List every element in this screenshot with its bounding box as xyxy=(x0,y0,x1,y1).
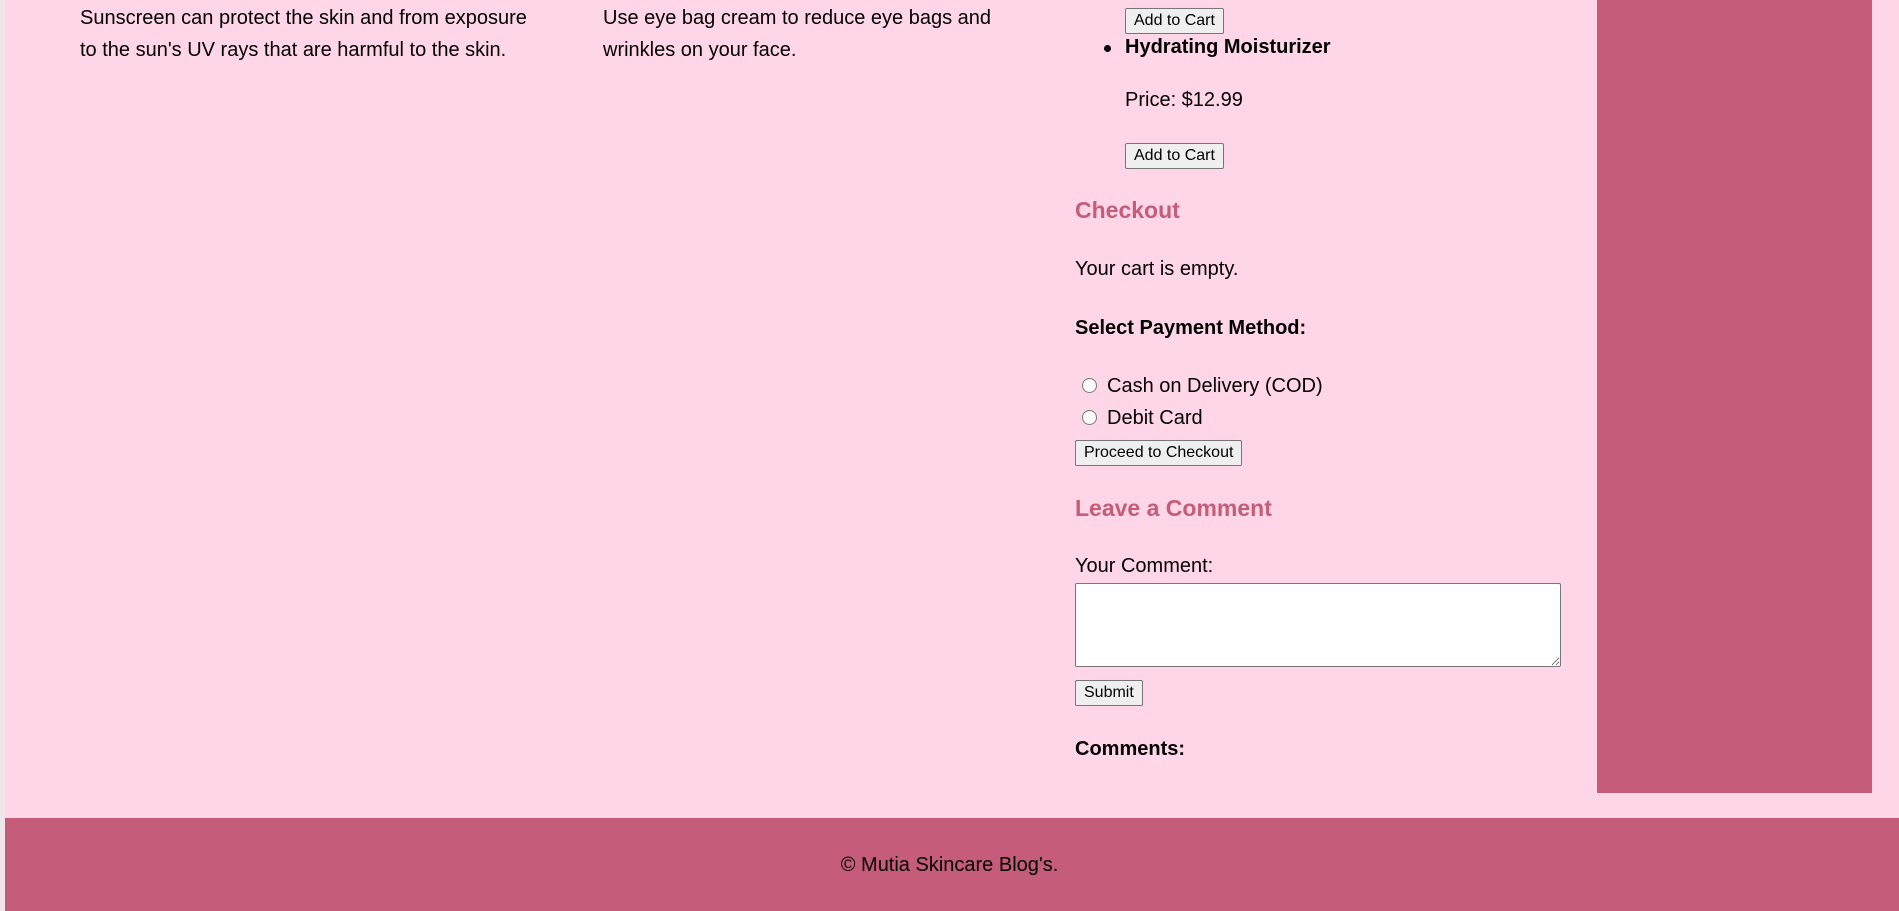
debit-card-option-label[interactable]: Debit Card xyxy=(1107,407,1203,430)
proceed-to-checkout-button[interactable]: Proceed to Checkout xyxy=(1075,440,1243,466)
product-name: Hydrating Moisturizer xyxy=(1125,36,1331,58)
cod-radio[interactable] xyxy=(1082,378,1097,393)
comments-list-label: Comments: xyxy=(1075,738,1186,760)
article-text-eye-bag: Use eye bag cream to reduce eye bags and… xyxy=(603,7,992,61)
debit-card-radio[interactable] xyxy=(1082,410,1097,425)
cod-option-label[interactable]: Cash on Delivery (COD) xyxy=(1107,375,1323,398)
comment-field-label: Your Comment: xyxy=(1075,555,1214,577)
list-bullet xyxy=(1104,45,1111,52)
comment-input[interactable] xyxy=(1075,583,1561,667)
cart-status: Your cart is empty. xyxy=(1075,258,1239,280)
submit-comment-button[interactable]: Submit xyxy=(1075,680,1143,706)
product-price: Price: $12.99 xyxy=(1125,89,1243,111)
add-to-cart-button[interactable]: Add to Cart xyxy=(1125,143,1224,169)
footer-copyright: © Mutia Skincare Blog's. xyxy=(840,854,1059,876)
add-to-cart-button[interactable]: Add to Cart xyxy=(1125,8,1224,34)
sidebar xyxy=(1597,0,1872,793)
article-text-sunscreen: Sunscreen can protect the skin and from … xyxy=(80,7,527,61)
leave-comment-heading: Leave a Comment xyxy=(1075,495,1272,521)
payment-method-label: Select Payment Method: xyxy=(1075,317,1307,339)
checkout-heading: Checkout xyxy=(1075,197,1180,223)
